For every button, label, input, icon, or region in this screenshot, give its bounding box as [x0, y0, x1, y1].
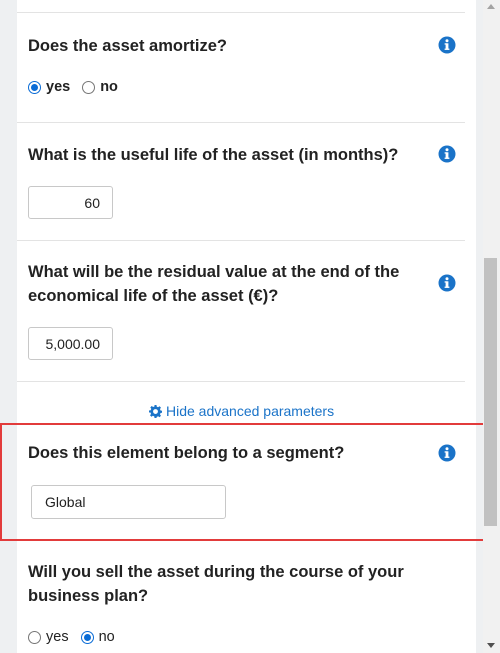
sell-asset-radio-group: yes no	[28, 629, 127, 645]
amortize-no-radio[interactable]	[82, 80, 96, 94]
segment-question: Does this element belong to a segment?	[28, 444, 345, 462]
amortize-no-label[interactable]: no	[100, 79, 118, 95]
residual-value-question: What will be the residual value at the e…	[28, 263, 400, 305]
hide-advanced-label[interactable]: Hide advanced parameters	[166, 403, 334, 419]
amortize-radio-group: yes no	[28, 79, 130, 95]
info-icon[interactable]	[438, 36, 456, 54]
divider	[17, 12, 465, 13]
divider	[17, 122, 465, 123]
sell-asset-question: Will you sell the asset during the cours…	[28, 563, 404, 605]
gear-icon	[149, 404, 162, 418]
divider	[17, 381, 465, 382]
scroll-down-arrow-icon[interactable]	[487, 643, 495, 648]
sell-asset-no-label[interactable]: no	[99, 629, 115, 645]
useful-life-input[interactable]	[28, 186, 113, 219]
info-icon[interactable]	[438, 145, 456, 163]
form-panel: Does the asset amortize? yes no What is …	[17, 0, 476, 653]
amortize-yes-label[interactable]: yes	[46, 79, 70, 95]
hide-advanced-link[interactable]: Hide advanced parameters	[149, 403, 334, 419]
scrollbar-thumb[interactable]	[484, 258, 497, 526]
useful-life-question: What is the useful life of the asset (in…	[28, 146, 399, 164]
divider	[17, 240, 465, 241]
info-icon[interactable]	[438, 444, 456, 462]
amortize-yes-radio[interactable]	[28, 80, 41, 94]
scroll-up-arrow-icon[interactable]	[487, 4, 495, 9]
sell-asset-no-radio[interactable]	[80, 630, 94, 644]
segment-input[interactable]	[31, 485, 226, 519]
sell-asset-yes-radio[interactable]	[28, 630, 41, 644]
residual-value-input[interactable]	[28, 327, 113, 360]
amortize-question: Does the asset amortize?	[28, 37, 227, 55]
sell-asset-yes-label[interactable]: yes	[46, 629, 69, 645]
info-icon[interactable]	[438, 274, 456, 292]
